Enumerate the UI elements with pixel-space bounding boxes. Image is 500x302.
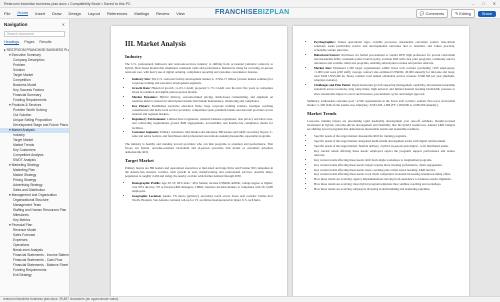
brand-logo-part2: BIZPLAN <box>257 9 290 16</box>
bullet-item: Psychographics: Values operational rigor… <box>314 40 455 52</box>
comments-label: Comments <box>425 12 444 16</box>
trend-item: Key current trends affecting these needs… <box>314 168 455 172</box>
title-bar: Restroom franchise business plan.docx • … <box>0 0 500 8</box>
brand-logo: FRANCHISEBIZPLAN <box>215 9 289 16</box>
document-page-left: III. Market Analysis Industry The U.S. p… <box>111 26 287 296</box>
target-bullets-continued: Psychographics: Values operational rigor… <box>307 40 455 96</box>
subheading-target-market: Target Market <box>125 157 154 163</box>
bullet-item: Demographic Profile: Age 30–55; 60% male… <box>132 181 273 193</box>
bullet-item: Industry Size: The U.S. restroom facilit… <box>132 77 273 85</box>
tab-home[interactable]: Home <box>17 10 29 16</box>
tab-draw[interactable]: Draw <box>52 11 61 16</box>
share-button[interactable]: Share <box>477 10 496 17</box>
bullet-item: Growth Rate: Historical growth ~4–6% CAG… <box>132 86 273 94</box>
bullet-text: Historical growth ~4–6% CAGR; projected … <box>132 86 273 95</box>
headings-list: ▸ RESTROOM FRANCHISE BUSINESS PLAN ▾ Exec… <box>0 47 69 279</box>
bullet-item: Geographic Location: Austin, TX metro (p… <box>132 194 273 202</box>
trend-item: Key current trends affecting these needs… <box>314 163 455 167</box>
trend-item: Specific needs of the target market: int… <box>314 139 455 143</box>
trend-item: Key current trends affecting these needs… <box>314 158 455 162</box>
tab-headings[interactable]: Headings <box>4 40 20 45</box>
navigation-header: Navigation ✕ <box>0 19 69 30</box>
bullet-item: Customer Segments: Primary customers: mi… <box>132 130 273 138</box>
brand-logo-part1: FRANCHISE <box>215 9 258 16</box>
editing-button[interactable]: ✎ Editing <box>450 9 475 18</box>
navigation-title: Navigation <box>4 22 28 27</box>
navigation-tabs: Headings Pages Results <box>0 38 69 47</box>
bullet-text: Established executive education firms, l… <box>132 104 273 117</box>
tab-view[interactable]: View <box>176 11 185 16</box>
subheading-industry: Industry <box>125 54 143 59</box>
trend-item: How these trends are evolving: more hybr… <box>314 182 455 186</box>
tab-layout[interactable]: Layout <box>88 11 100 16</box>
tab-references[interactable]: References <box>107 11 127 16</box>
document-page-right: Psychographics: Values operational rigor… <box>293 26 469 296</box>
close-icon[interactable]: ✕ <box>62 22 65 27</box>
target-intro: Primary buyers are HR leaders and operat… <box>125 165 273 179</box>
tab-insert[interactable]: Insert <box>35 11 45 16</box>
bullet-item: Challenges and Pain Points: Rapid headco… <box>314 83 455 95</box>
minimize-icon[interactable]: – <box>472 1 474 6</box>
tab-results[interactable]: Results <box>39 40 51 45</box>
market-summary: Summary: addressable customer pool ~2,50… <box>307 98 455 107</box>
tab-review[interactable]: Review <box>156 11 169 16</box>
tab-mailings[interactable]: Mailings <box>134 11 149 16</box>
navigation-pane: Navigation ✕ Search document Headings Pa… <box>0 19 70 296</box>
editing-label: Editing <box>459 12 471 16</box>
maximize-icon[interactable]: □ <box>483 1 485 6</box>
ribbon-actions: 💬 Comments ✎ Editing Share <box>415 9 496 18</box>
bullet-item: Key Players: Established executive educa… <box>132 104 273 116</box>
nav-heading-item[interactable]: Exit Strategy <box>0 273 69 278</box>
industry-intro: The U.S. professional bathroom and restr… <box>125 62 273 75</box>
trends-intro: Corporate training buyers are prioritizi… <box>307 118 455 131</box>
trend-item: How these trends are evolving: agency im… <box>314 177 455 181</box>
navigation-search-input[interactable]: Search document <box>4 31 65 37</box>
industry-outro: The industry is healthy and trending tow… <box>125 141 273 154</box>
target-bullets: Demographic Profile: Age 30–55; 60% male… <box>125 181 273 202</box>
trend-item: Key current trends affecting these needs… <box>314 149 455 157</box>
bullet-text: The U.S. restroom facility-development m… <box>132 77 273 86</box>
industry-bullets: Industry Size: The U.S. restroom facilit… <box>125 77 273 138</box>
section-heading: III. Market Analysis <box>125 40 186 48</box>
tab-pages[interactable]: Pages <box>24 40 34 45</box>
bullet-text: Estimated 1,500 target organizations wit… <box>314 66 455 83</box>
bullet-item: Market Size: Estimated 1,500 target orga… <box>314 66 455 82</box>
document-canvas[interactable]: III. Market Analysis Industry The U.S. p… <box>71 19 500 296</box>
tab-file[interactable]: File <box>4 11 10 16</box>
subheading-market-trends: Market Trends <box>307 110 337 116</box>
trend-item: Key current trends affecting these needs… <box>314 172 455 176</box>
bullet-item: Market Dynamics: Hybrid delivery, outcom… <box>132 95 273 103</box>
comments-button[interactable]: 💬 Comments <box>415 9 448 18</box>
status-bar: restroom franchise business plan.docx: 3… <box>0 296 500 302</box>
document-title: Restroom franchise business plan.docx • … <box>4 1 131 6</box>
tab-design[interactable]: Design <box>68 11 80 16</box>
trend-item: Specific needs of the target market: mea… <box>314 134 455 138</box>
close-window-icon[interactable]: ✕ <box>493 1 496 6</box>
trend-bullets: Specific needs of the target market: mea… <box>307 134 455 191</box>
bullet-item: Behavioral Factors: Purchases via formal… <box>314 53 455 65</box>
bullet-text: Values operational rigor, scalable proce… <box>314 40 455 53</box>
trend-item: Specific needs of the target market: fle… <box>314 144 455 148</box>
trend-item: How these trends are evolving: employers… <box>314 187 455 191</box>
bullet-item: Regulatory Environment: Limited direct r… <box>132 117 273 129</box>
